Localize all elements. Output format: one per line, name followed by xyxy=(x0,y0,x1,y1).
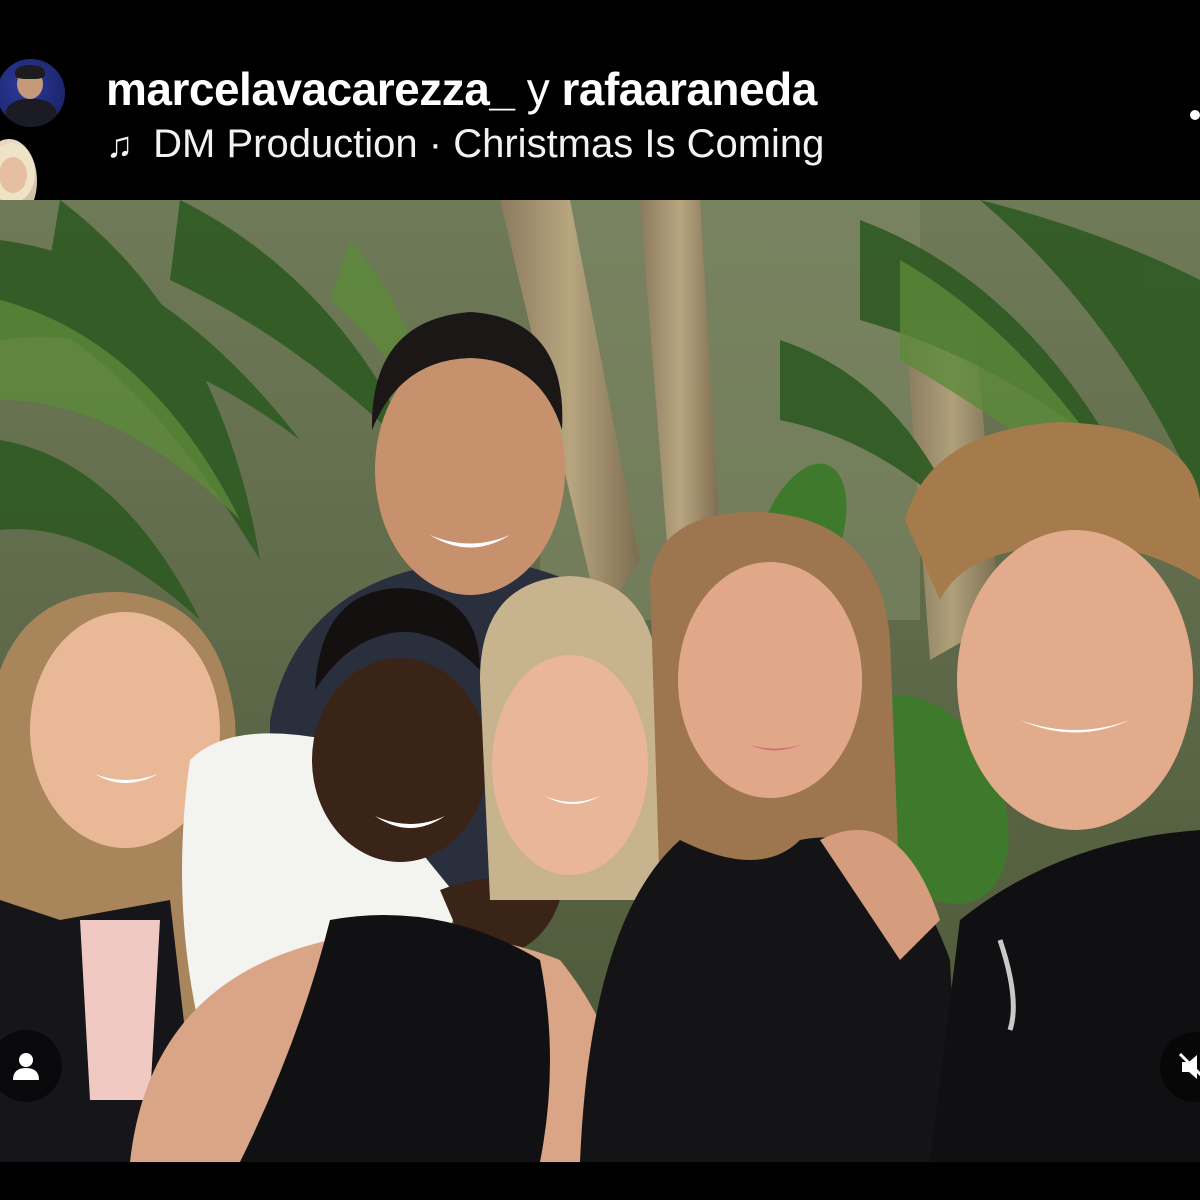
post-header: marcelavacarezza_ y rafaaraneda ♫ DM Pro… xyxy=(0,0,1200,226)
username-collab[interactable]: rafaaraneda xyxy=(561,63,817,115)
person-icon xyxy=(13,1053,39,1080)
post-photo[interactable] xyxy=(0,200,1200,1162)
username-primary[interactable]: marcelavacarezza_ xyxy=(106,63,515,115)
username-line: marcelavacarezza_ y rafaaraneda xyxy=(106,62,817,116)
music-note-icon: ♫ xyxy=(106,124,133,165)
family-photo-illustration xyxy=(0,200,1200,1162)
more-options-icon[interactable] xyxy=(1186,96,1200,122)
avatar-rafaaraneda[interactable] xyxy=(0,56,68,130)
username-conjunction: y xyxy=(526,63,550,115)
audio-attribution[interactable]: ♫ DM Production · Christmas Is Coming xyxy=(106,122,824,167)
audio-track-label[interactable]: DM Production · Christmas Is Coming xyxy=(153,122,824,166)
post-footer-bar xyxy=(0,1162,1200,1200)
collab-avatars[interactable] xyxy=(0,56,72,226)
speaker-muted-icon xyxy=(1178,1052,1200,1079)
